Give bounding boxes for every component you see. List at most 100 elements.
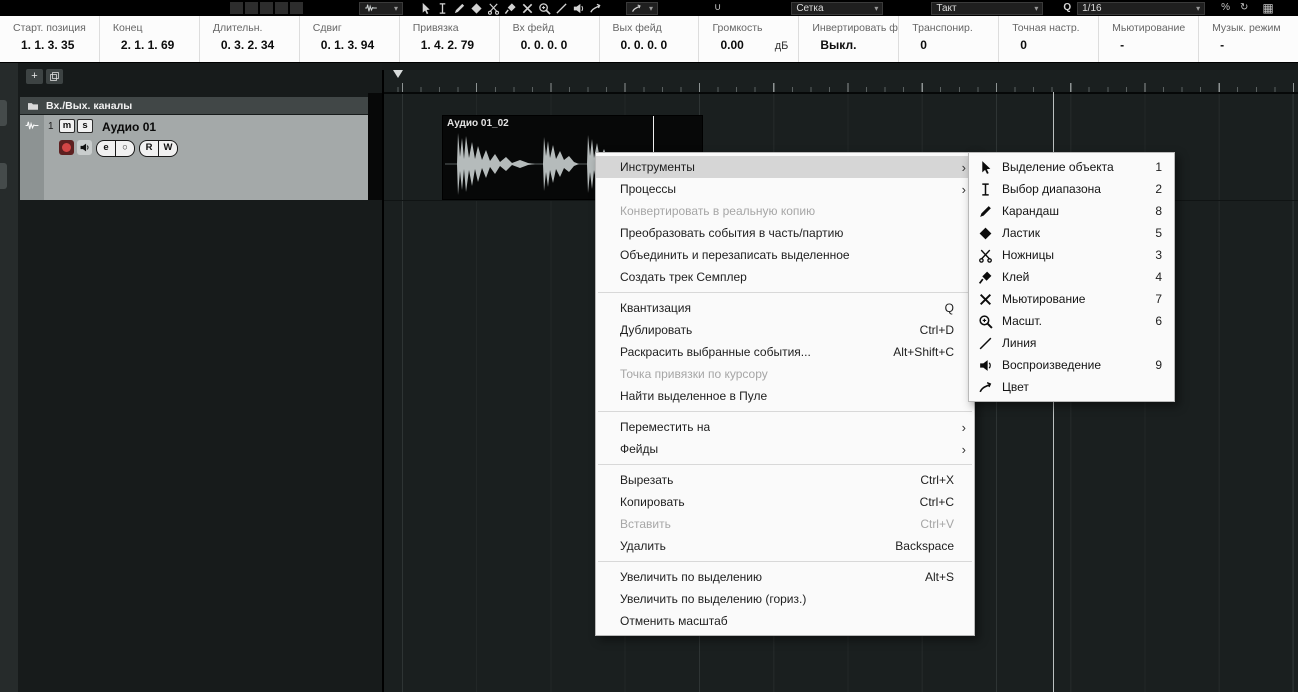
grid-resolution-dropdown[interactable]: Такт [931,2,1043,15]
info-field[interactable]: Привязка 1. 4. 2. 79 [399,16,499,62]
automation-button[interactable] [245,2,258,14]
grid-type-dropdown[interactable]: Сетка [791,2,883,15]
info-field-value[interactable]: 1. 4. 2. 79 [421,38,474,52]
info-field-value[interactable]: 2. 1. 1. 69 [121,38,174,52]
context-menu-item[interactable]: Отменить масштаб [596,610,974,632]
info-field[interactable]: Вых фейд 0. 0. 0. 0 [599,16,699,62]
track-presets-button[interactable] [46,69,63,84]
info-field-value[interactable]: 0. 1. 3. 94 [321,38,374,52]
info-field[interactable]: Транспонир. 0 [898,16,998,62]
color-tool-dropdown[interactable] [626,2,658,15]
info-field[interactable]: Сдвиг 0. 1. 3. 94 [299,16,399,62]
info-field[interactable]: Вх фейд 0. 0. 0. 0 [499,16,599,62]
tools-submenu-item[interactable]: Масшт. 6 [969,310,1174,332]
context-menu-item[interactable]: Найти выделенное в Пуле [596,385,974,407]
context-menu-item[interactable]: Квантизация Q [596,297,974,319]
context-menu-item[interactable]: Фейды [596,438,974,460]
eraser-icon[interactable] [470,2,483,15]
automation-button[interactable] [290,2,303,14]
quantize-dropdown[interactable]: 1/16 [1077,2,1205,15]
context-menu-item[interactable]: Создать трек Семплер [596,266,974,288]
write-automation-button[interactable]: W [158,141,177,156]
context-menu-item[interactable]: Объединить и перезаписать выделенное [596,244,974,266]
swing-icon[interactable]: % [1221,1,1230,15]
info-field[interactable]: Инвертировать фазу Выкл. [798,16,898,62]
folder-track-row[interactable]: Вх./Вых. каналы [20,97,368,114]
tools-submenu-item[interactable]: Карандаш 8 [969,200,1174,222]
context-menu-item[interactable]: Увеличить по выделению Alt+S [596,566,974,588]
tools-submenu-item[interactable]: Мьютирование 7 [969,288,1174,310]
left-zone-tab-1[interactable] [0,100,7,126]
tools-submenu-item[interactable]: Ластик 5 [969,222,1174,244]
read-automation-button[interactable]: R [140,141,158,156]
context-menu-item[interactable]: Преобразовать события в часть/партию [596,222,974,244]
range-selection-icon[interactable] [436,2,449,15]
glue-icon[interactable] [504,2,517,15]
info-field-value[interactable]: 0.00 [720,38,743,52]
info-field[interactable]: Старт. позиция 1. 1. 3. 35 [0,16,99,62]
info-field-value[interactable]: 0. 3. 2. 34 [221,38,274,52]
record-enable-button[interactable] [59,140,74,155]
track-name[interactable]: Аудио 01 [102,120,156,134]
mute-icon[interactable] [521,2,534,15]
pencil-icon[interactable] [453,2,466,15]
context-menu-item[interactable]: Конвертировать в реальную копию [596,200,974,222]
context-menu-item[interactable]: Копировать Ctrl+C [596,491,974,513]
add-track-button[interactable]: + [26,69,43,84]
zoom-icon[interactable] [538,2,551,15]
audio-track-row[interactable]: 1 m s Аудио 01 e ○ R W [20,115,368,200]
info-field-value[interactable]: 1. 1. 3. 35 [21,38,74,52]
tools-submenu-item[interactable]: Ножницы 3 [969,244,1174,266]
context-menu-item[interactable]: Переместить на [596,416,974,438]
info-field[interactable]: Длительн. 0. 3. 2. 34 [199,16,299,62]
monitor-button[interactable] [77,140,92,155]
audio-mode-dropdown[interactable] [359,2,403,15]
context-menu-item[interactable]: Инструменты [596,156,974,178]
tools-submenu-item[interactable]: Линия [969,332,1174,354]
info-field[interactable]: Точная настр. 0 [998,16,1098,62]
tools-submenu-item[interactable]: Воспроизведение 9 [969,354,1174,376]
timeline-ruler[interactable] [384,70,1298,94]
info-field-value[interactable]: 0 [1020,38,1027,52]
color-icon[interactable] [589,2,602,15]
snap-magnet-icon[interactable]: ∪ [714,1,721,15]
tools-submenu-item[interactable]: Цвет [969,376,1174,398]
tools-submenu-item[interactable]: Выбор диапазона 2 [969,178,1174,200]
solo-button[interactable]: s [77,119,93,133]
scissors-icon[interactable] [487,2,500,15]
context-menu-item[interactable]: Процессы [596,178,974,200]
context-menu-item[interactable]: Вырезать Ctrl+X [596,469,974,491]
left-zone-tab-2[interactable] [0,163,7,189]
info-field-value[interactable]: 0. 0. 0. 0 [621,38,668,52]
info-field-value[interactable]: Выкл. [820,38,856,52]
info-field[interactable]: Конец 2. 1. 1. 69 [99,16,199,62]
keyboard-icon[interactable]: ▦ [1262,1,1273,15]
play-icon[interactable] [572,2,585,15]
context-menu-item[interactable]: Раскрасить выбранные события... Alt+Shif… [596,341,974,363]
info-field-value[interactable]: - [1120,38,1124,52]
context-menu-item[interactable]: Увеличить по выделению (гориз.) [596,588,974,610]
context-menu-item[interactable]: Точка привязки по курсору [596,363,974,385]
automation-button[interactable] [275,2,288,14]
context-menu-item[interactable]: Дублировать Ctrl+D [596,319,974,341]
iterative-quantize-icon[interactable]: ↻ [1240,1,1248,15]
mute-button[interactable]: m [59,119,75,133]
tools-submenu-item[interactable]: Выделение объекта 1 [969,156,1174,178]
edit-channel-button[interactable]: e [97,141,115,156]
line-icon[interactable] [555,2,568,15]
info-field[interactable]: Музык. режим - [1198,16,1298,62]
automation-button[interactable] [260,2,273,14]
info-field-value[interactable]: - [1220,38,1224,52]
freeze-button[interactable]: ○ [115,141,134,156]
menu-item-shortcut: Backspace [871,539,954,553]
info-field[interactable]: Громкость 0.00 дБ [698,16,798,62]
info-field[interactable]: Мьютирование - [1098,16,1198,62]
object-selection-icon[interactable] [419,2,432,15]
playhead-marker-icon[interactable] [393,70,403,78]
tools-submenu-item[interactable]: Клей 4 [969,266,1174,288]
context-menu-item[interactable]: Вставить Ctrl+V [596,513,974,535]
info-field-value[interactable]: 0. 0. 0. 0 [521,38,568,52]
info-field-value[interactable]: 0 [920,38,927,52]
automation-button[interactable] [230,2,243,14]
context-menu-item[interactable]: Удалить Backspace [596,535,974,557]
